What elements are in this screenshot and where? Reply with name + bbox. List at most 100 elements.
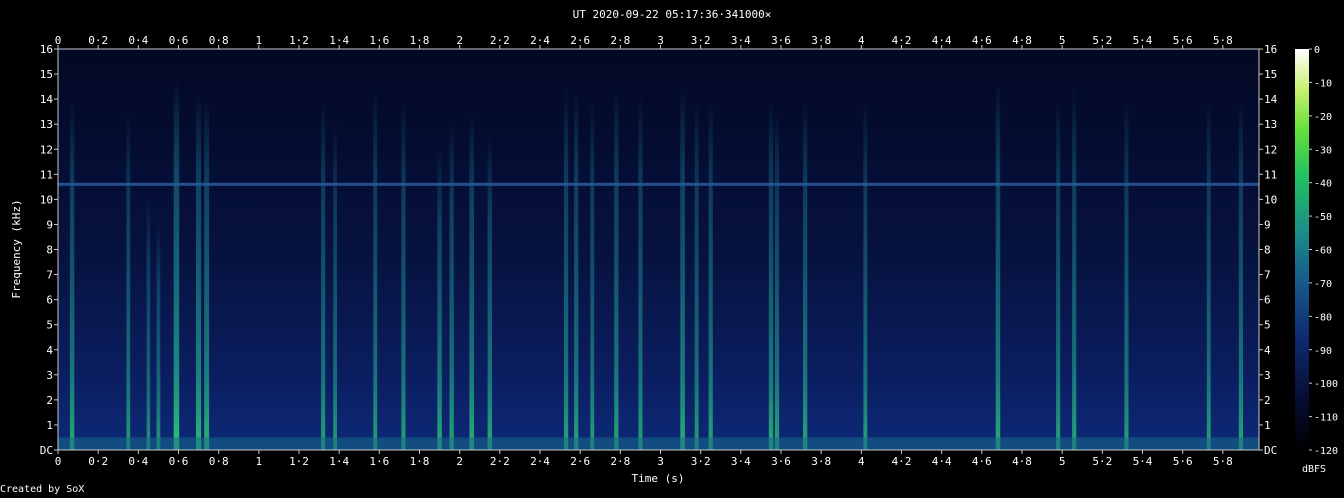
transient-streak [321,99,326,450]
x-tick-label: 0·4 [128,455,148,468]
x-tick-label-top: 3·8 [811,34,831,47]
x-tick-label-top: 2·2 [490,34,510,47]
transient-streak [333,124,337,450]
x-tick-label: 4·2 [892,455,912,468]
y-tick-label-right: 14 [1264,93,1278,106]
colorbar [1295,49,1309,450]
x-tick-label: 2·6 [570,455,590,468]
y-tick-label-right: DC [1264,444,1277,457]
spectrogram-area [58,49,1259,450]
x-tick-label: 0·2 [88,455,108,468]
transient-streak [614,86,619,450]
transient-streak [768,99,774,450]
colorbar-tick-label: 0 [1314,45,1320,56]
x-tick-label: 5·2 [1092,455,1112,468]
y-tick-label: 15 [40,68,53,81]
x-tick-label: 0 [55,455,62,468]
y-tick-label: 14 [40,93,54,106]
low-frequency-band [58,437,1259,450]
x-tick-label-top: 1·6 [369,34,389,47]
x-tick-label-top: 3·4 [731,34,751,47]
x-tick-label-top: 3·6 [771,34,791,47]
y-tick-label-right: 5 [1264,319,1271,332]
y-tick-label-right: 10 [1264,193,1277,206]
x-tick-label: 1·6 [369,455,389,468]
x-tick-label-top: 5·6 [1173,34,1193,47]
colorbar-tick-label: -110 [1314,413,1338,424]
x-tick-label-top: 0·2 [88,34,108,47]
x-axis-label: Time (s) [632,472,685,485]
x-tick-label-top: 0 [55,34,62,47]
y-tick-label-right: 12 [1264,143,1277,156]
y-tick-label: 10 [40,193,53,206]
x-tick-label: 4·4 [932,455,952,468]
transient-streak [564,86,569,450]
x-tick-label: 1·4 [329,455,349,468]
y-axis-label: Frequency (kHz) [10,199,23,298]
y-tick-label: 4 [46,344,53,357]
x-tick-label-top: 1·4 [329,34,349,47]
transient-streak [680,86,685,450]
y-tick-label-right: 13 [1264,118,1277,131]
x-tick-label: 2·4 [530,455,550,468]
y-tick-label: 2 [46,394,53,407]
y-tick-label: 12 [40,143,53,156]
colorbar-axis: 0 -10 -20 -30 -40 -50 -60 -70 -80 -90 -100 -110 -120 [1309,45,1338,457]
y-tick-label: 11 [40,168,53,181]
x-tick-label-top: 2·8 [610,34,630,47]
y-tick-label: 8 [46,244,53,257]
transient-streak [1056,99,1061,450]
transient-streak [694,99,699,450]
x-tick-label-top: 5·2 [1092,34,1112,47]
y-tick-label-right: 1 [1264,419,1271,432]
x-tick-label-top: 1 [256,34,263,47]
colorbar-tick-label: -10 [1314,78,1332,89]
transient-streak [469,111,474,450]
y-tick-label: 9 [46,218,53,231]
x-tick-label-top: 0·4 [128,34,148,47]
x-tick-label-top: 0·6 [169,34,189,47]
x-tick-label: 2·2 [490,455,510,468]
transient-streak [449,124,454,450]
y-tick-label: 5 [46,319,53,332]
x-tick-label: 4·8 [1012,455,1032,468]
colorbar-tick-label: -80 [1314,312,1332,323]
x-tick-label-top: 1·2 [289,34,309,47]
transient-streak [196,94,202,450]
x-tick-label: 1 [256,455,263,468]
y-tick-label: 7 [46,269,53,282]
x-tick-label-top: 5 [1059,34,1066,47]
y-tick-label-right: 4 [1264,344,1271,357]
x-tick-label-top: 4·8 [1012,34,1032,47]
y-tick-label: 6 [46,294,53,307]
transient-streak [574,86,579,450]
y-tick-label-right: 3 [1264,369,1271,382]
colorbar-label: dBFS [1302,464,1326,475]
colorbar-tick-label: -40 [1314,179,1332,190]
y-tick-label-right: 9 [1264,218,1271,231]
y-tick-label-right: 6 [1264,294,1271,307]
colorbar-tick-label: -30 [1314,145,1332,156]
transient-streak [803,99,808,450]
colorbar-tick-label: -70 [1314,279,1332,290]
transient-streak [638,94,643,450]
x-tick-label-top: 1·8 [410,34,430,47]
transient-streak [204,99,210,450]
y-tick-label: DC [40,444,53,457]
colorbar-tick-label: -90 [1314,346,1332,357]
x-tick-label: 4 [858,455,865,468]
colorbar-tick-label: -100 [1314,379,1338,390]
x-tick-label: 3·2 [691,455,711,468]
x-tick-label-top: 2·6 [570,34,590,47]
transient-streak [437,149,442,451]
y-tick-label-right: 8 [1264,244,1271,257]
x-tick-label-top: 4·6 [972,34,992,47]
x-tick-label: 4·6 [972,455,992,468]
transient-streak [1206,99,1211,450]
y-tick-label-right: 11 [1264,168,1277,181]
y-tick-label-right: 16 [1264,43,1277,56]
x-tick-label: 1·8 [410,455,430,468]
transient-streak [69,99,75,450]
colorbar-tick-label: -60 [1314,246,1332,257]
colorbar-tick-label: -50 [1314,212,1332,223]
